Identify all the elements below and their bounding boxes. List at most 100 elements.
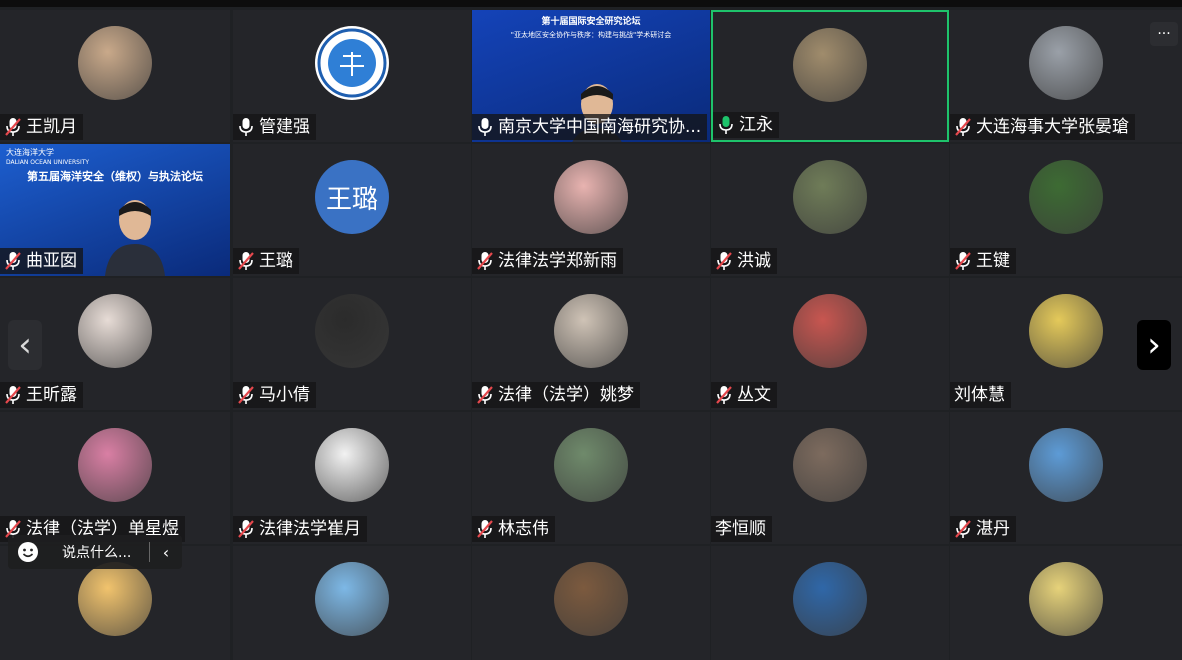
participant-name-label: 大连海事大学张晏瑲 [950,114,1135,140]
participant-tile[interactable]: 林志伟 [472,412,710,544]
participant-name: 王凯月 [26,117,77,137]
participant-tile[interactable]: 大连海洋大学 DALIAN OCEAN UNIVERSITY 第五届海洋安全（维权）… [0,144,230,276]
participant-name-label: 王昕露 [0,382,83,408]
participant-name-label: 林志伟 [472,516,555,542]
mic-muted-icon [4,116,26,138]
chevron-left-icon: ‹ [18,325,32,365]
participant-name: 丛文 [737,385,771,405]
chat-placeholder[interactable]: 说点什么... [48,542,149,562]
avatar: 王璐 [315,160,389,234]
participant-tile[interactable]: 李恒顺 [711,412,949,544]
participant-tile[interactable]: 丛文 [711,278,949,410]
more-options-button[interactable]: ··· [1150,22,1178,46]
emblem-avatar [315,26,389,100]
avatar [1029,562,1103,636]
participant-name-label: 王键 [950,248,1016,274]
mic-icon [476,116,498,138]
participant-tile[interactable] [472,546,710,660]
avatar [315,562,389,636]
participant-name: 王璐 [259,251,293,271]
participant-tile[interactable] [233,546,471,660]
mic-muted-icon [476,384,498,406]
participant-tile[interactable]: 马小倩 [233,278,471,410]
participant-tile[interactable]: 法律法学崔月 [233,412,471,544]
mic-muted-icon [954,250,976,272]
avatar [554,160,628,234]
mic-muted-icon [4,250,26,272]
participant-name: 大连海事大学张晏瑲 [976,117,1129,137]
participant-tile[interactable]: 王键 [950,144,1182,276]
mic-icon [717,114,739,136]
participant-name-label: 洪诚 [711,248,777,274]
mic-muted-icon [954,518,976,540]
avatar [793,562,867,636]
mic-muted-icon [4,384,26,406]
participant-tile[interactable]: 法律法学郑新雨 [472,144,710,276]
participant-name-label: 王璐 [233,248,299,274]
avatar [554,428,628,502]
avatar [554,562,628,636]
avatar [78,26,152,100]
participant-tile[interactable]: 管建强 [233,10,471,142]
avatar [1029,26,1103,100]
top-bar [0,0,1182,7]
collapse-icon[interactable]: ‹ [150,543,182,562]
participant-name-label: 刘体慧 [950,382,1011,408]
participant-tile[interactable]: 王璐 王璐 [233,144,471,276]
participant-tile[interactable]: 王凯月 [0,10,230,142]
mic-muted-icon [715,384,737,406]
participant-tile[interactable]: 大连海事大学张晏瑲 [950,10,1182,142]
participant-tile[interactable] [950,546,1182,660]
participant-name: 管建强 [259,117,310,137]
participant-tile[interactable]: 湛丹 [950,412,1182,544]
participant-name: 王键 [976,251,1010,271]
participant-name-label: 法律法学郑新雨 [472,248,623,274]
emoji-icon[interactable] [8,541,48,563]
avatar [78,294,152,368]
video-banner-subtitle: "亚太地区安全协作与秩序：构建与挑战"学术研讨会 [510,31,672,39]
mic-muted-icon [237,518,259,540]
participant-name-label: 马小倩 [233,382,316,408]
participant-name-label: 江永 [713,112,779,138]
avatar [78,562,152,636]
participant-name: 李恒顺 [715,519,766,539]
mic-muted-icon [954,116,976,138]
participant-tile[interactable]: 法律（法学）单星煜 [0,412,230,544]
participant-name: 南京大学中国南海研究协... [498,117,702,137]
mic-muted-icon [715,250,737,272]
prev-page-button[interactable]: ‹ [8,320,42,370]
participant-name: 曲亚囡 [26,251,77,271]
participant-tile[interactable]: 第十届国际安全研究论坛 "亚太地区安全协作与秩序：构建与挑战"学术研讨会南京大学中… [472,10,710,142]
mic-muted-icon [237,384,259,406]
participant-name-label: 李恒顺 [711,516,772,542]
participant-name: 法律法学崔月 [259,519,361,539]
avatar [793,294,867,368]
participant-name-label: 法律法学崔月 [233,516,367,542]
participant-tile[interactable]: 法律（法学）姚梦 [472,278,710,410]
participant-name: 洪诚 [737,251,771,271]
ellipsis-icon: ··· [1157,26,1171,42]
participant-tile[interactable]: 江永 [711,10,949,142]
next-page-button[interactable]: › [1137,320,1171,370]
chat-input-bar[interactable]: 说点什么... ‹ [8,535,182,569]
avatar [1029,160,1103,234]
participant-name: 法律法学郑新雨 [498,251,617,271]
participant-name: 王昕露 [26,385,77,405]
participant-tile[interactable]: 洪诚 [711,144,949,276]
participant-tile[interactable] [711,546,949,660]
university-logo-text: 大连海洋大学 DALIAN OCEAN UNIVERSITY [6,148,90,166]
mic-muted-icon [476,518,498,540]
video-banner-title: 第十届国际安全研究论坛 [541,17,641,27]
chevron-right-icon: › [1147,325,1161,365]
avatar [1029,428,1103,502]
speaker-video [105,196,165,276]
participant-name-label: 管建强 [233,114,316,140]
participant-name-label: 王凯月 [0,114,83,140]
participant-name-label: 法律（法学）姚梦 [472,382,640,408]
avatar [315,428,389,502]
mic-icon [237,116,259,138]
avatar [793,428,867,502]
avatar [315,294,389,368]
participant-name-label: 丛文 [711,382,777,408]
participant-name: 马小倩 [259,385,310,405]
